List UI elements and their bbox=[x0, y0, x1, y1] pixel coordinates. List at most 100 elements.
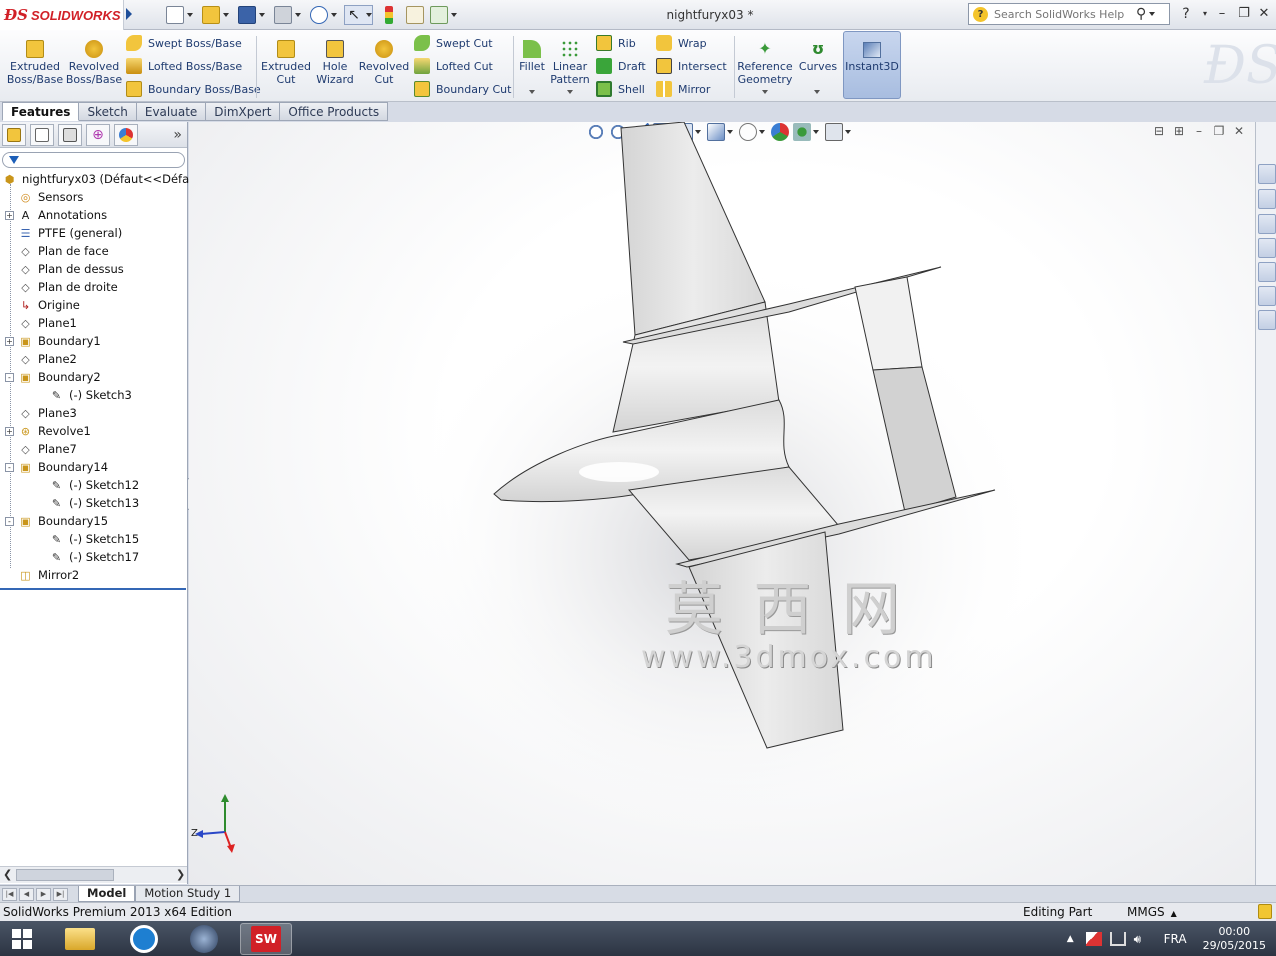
configuration-manager-tab[interactable] bbox=[58, 123, 82, 146]
extruded-cut-button[interactable]: Extruded Cut bbox=[260, 40, 312, 86]
view-palette-icon[interactable] bbox=[1258, 262, 1276, 282]
tree-item-sketch12[interactable]: ✎ (-) Sketch12 bbox=[36, 476, 139, 494]
taskbar-media-player[interactable] bbox=[178, 923, 230, 955]
tree-item-boundary2[interactable]: - ▣ Boundary2 bbox=[5, 368, 101, 386]
first-tab-icon[interactable]: |◀ bbox=[2, 887, 17, 901]
chevron-down-icon[interactable] bbox=[331, 13, 337, 17]
extruded-boss-button[interactable]: Extruded Boss/Base bbox=[6, 40, 64, 86]
wrap-button[interactable]: Wrap bbox=[656, 33, 707, 53]
tree-root-part[interactable]: ⬢ nightfuryx03 (Défaut<<Défaut bbox=[2, 170, 201, 188]
select-button[interactable]: ↖ bbox=[344, 5, 373, 25]
action-center-flag-icon[interactable] bbox=[1085, 931, 1102, 946]
tree-item-sketch17[interactable]: ✎ (-) Sketch17 bbox=[36, 548, 139, 566]
intersect-button[interactable]: Intersect bbox=[656, 56, 727, 76]
display-manager-tab[interactable] bbox=[114, 123, 138, 146]
tree-item-sensors[interactable]: ◎ Sensors bbox=[5, 188, 84, 206]
start-button[interactable] bbox=[0, 923, 44, 955]
tab-model[interactable]: Model bbox=[78, 886, 136, 902]
revolved-boss-button[interactable]: Revolved Boss/Base bbox=[64, 40, 124, 86]
tab-features[interactable]: Features bbox=[2, 102, 80, 121]
swept-boss-button[interactable]: Swept Boss/Base bbox=[126, 33, 242, 53]
tree-item-plan-de-dessus[interactable]: ◇ Plan de dessus bbox=[5, 260, 124, 278]
collapse-toggle-icon[interactable]: - bbox=[5, 516, 14, 526]
upper-wing[interactable] bbox=[620, 122, 766, 336]
graphics-area[interactable]: ⊟ ⊞ – ❐ ✕ 莫 西 网 www.3dmox.com Z bbox=[189, 122, 1255, 885]
appearances-icon[interactable] bbox=[1258, 286, 1276, 306]
custom-properties-icon[interactable] bbox=[1258, 310, 1276, 330]
clock[interactable]: 00:00 29/05/2015 bbox=[1203, 925, 1266, 953]
tab-motion-study-1[interactable]: Motion Study 1 bbox=[135, 886, 241, 902]
collapse-toggle-icon[interactable]: - bbox=[5, 462, 14, 472]
next-tab-icon[interactable]: ▶ bbox=[36, 887, 51, 901]
tree-item-sketch3[interactable]: ✎ (-) Sketch3 bbox=[36, 386, 132, 404]
expand-toggle-icon[interactable]: + bbox=[5, 210, 14, 220]
curves-dropdown-chevron-icon[interactable] bbox=[814, 90, 820, 94]
scroll-right-icon[interactable]: ❯ bbox=[176, 868, 185, 881]
tree-item-revolve1[interactable]: + ⊛ Revolve1 bbox=[5, 422, 91, 440]
property-manager-tab[interactable] bbox=[30, 123, 54, 146]
help-search-box[interactable]: ? ⚲ bbox=[968, 3, 1170, 25]
mirror-button[interactable]: Mirror bbox=[656, 79, 710, 99]
instant3d-button[interactable]: Instant3D bbox=[843, 31, 901, 99]
lofted-cut-button[interactable]: Lofted Cut bbox=[414, 56, 493, 76]
tree-item-origine[interactable]: ↳ Origine bbox=[5, 296, 80, 314]
reference-geometry-dropdown-chevron-icon[interactable] bbox=[762, 90, 768, 94]
tab-sketch[interactable]: Sketch bbox=[79, 102, 137, 121]
tree-item-annotations[interactable]: + A Annotations bbox=[5, 206, 107, 224]
taskbar-maxthon[interactable] bbox=[118, 923, 170, 955]
chevron-down-icon[interactable] bbox=[295, 13, 301, 17]
tree-item-sketch15[interactable]: ✎ (-) Sketch15 bbox=[36, 530, 139, 548]
tab-evaluate[interactable]: Evaluate bbox=[136, 102, 207, 121]
quick-tips-icon[interactable] bbox=[1258, 904, 1272, 919]
chevron-down-icon[interactable] bbox=[223, 13, 229, 17]
help-dropdown-chevron-icon[interactable]: ▾ bbox=[1196, 6, 1214, 22]
expand-toggle-icon[interactable]: + bbox=[5, 426, 14, 436]
design-library-icon[interactable] bbox=[1258, 214, 1276, 234]
rib-button[interactable]: Rib bbox=[596, 33, 636, 53]
swept-cut-button[interactable]: Swept Cut bbox=[414, 33, 493, 53]
help-button[interactable]: ? bbox=[1177, 6, 1195, 22]
taskbar-solidworks[interactable]: SW bbox=[240, 923, 292, 955]
menu-expand-arrow-icon[interactable] bbox=[126, 8, 132, 20]
tree-item-plane2[interactable]: ◇ Plane2 bbox=[5, 350, 77, 368]
volume-icon[interactable]: 🔊︎ bbox=[1134, 932, 1150, 946]
tree-item-plane7[interactable]: ◇ Plane7 bbox=[5, 440, 77, 458]
tree-item-boundary14[interactable]: - ▣ Boundary14 bbox=[5, 458, 108, 476]
tree-item-ptfe-general[interactable]: ☰ PTFE (general) bbox=[5, 224, 123, 242]
linear-pattern-button[interactable]: Linear Pattern bbox=[548, 40, 592, 86]
feature-manager-tab[interactable] bbox=[2, 123, 26, 146]
print-button[interactable] bbox=[274, 5, 301, 25]
shell-button[interactable]: Shell bbox=[596, 79, 645, 99]
tree-item-plan-de-droite[interactable]: ◇ Plan de droite bbox=[5, 278, 117, 296]
tab-dimxpert[interactable]: DimXpert bbox=[206, 102, 281, 121]
collapse-toggle-icon[interactable]: - bbox=[5, 372, 14, 382]
draft-button[interactable]: Draft bbox=[596, 56, 646, 76]
search-icon[interactable]: ⚲ bbox=[1136, 6, 1146, 22]
scrollbar-thumb[interactable] bbox=[16, 869, 114, 881]
tab-office-products[interactable]: Office Products bbox=[280, 102, 389, 121]
network-icon[interactable] bbox=[1109, 931, 1126, 946]
fillet-button[interactable]: Fillet bbox=[516, 40, 548, 73]
more-tabs-chevron-icon[interactable]: » bbox=[173, 127, 182, 143]
rebuild-button[interactable] bbox=[385, 5, 393, 25]
chevron-down-icon[interactable] bbox=[366, 13, 372, 17]
new-document-button[interactable] bbox=[166, 5, 193, 25]
home-icon[interactable] bbox=[1258, 189, 1276, 209]
tree-item-boundary1[interactable]: + ▣ Boundary1 bbox=[5, 332, 101, 350]
solidworks-resources-icon[interactable] bbox=[1258, 164, 1276, 184]
prev-tab-icon[interactable]: ◀ bbox=[19, 887, 34, 901]
tree-item-plane1[interactable]: ◇ Plane1 bbox=[5, 314, 77, 332]
last-tab-icon[interactable]: ▶| bbox=[53, 887, 68, 901]
3d-model-view[interactable] bbox=[189, 122, 1255, 885]
input-language-indicator[interactable]: FRA bbox=[1164, 932, 1187, 946]
tree-item-mirror2[interactable]: ◫ Mirror2 bbox=[5, 566, 79, 584]
hole-wizard-button[interactable]: Hole Wizard bbox=[312, 40, 358, 86]
chevron-down-icon[interactable] bbox=[1149, 12, 1156, 16]
chevron-down-icon[interactable] bbox=[259, 13, 265, 17]
horizontal-scrollbar[interactable]: ❮ ❯ bbox=[0, 866, 187, 883]
boundary-cut-button[interactable]: Boundary Cut bbox=[414, 79, 511, 99]
restore-button[interactable]: ❐ bbox=[1235, 6, 1253, 22]
taskbar-file-explorer[interactable] bbox=[54, 923, 106, 955]
tree-item-plan-de-face[interactable]: ◇ Plan de face bbox=[5, 242, 108, 260]
tree-item-plane3[interactable]: ◇ Plane3 bbox=[5, 404, 77, 422]
